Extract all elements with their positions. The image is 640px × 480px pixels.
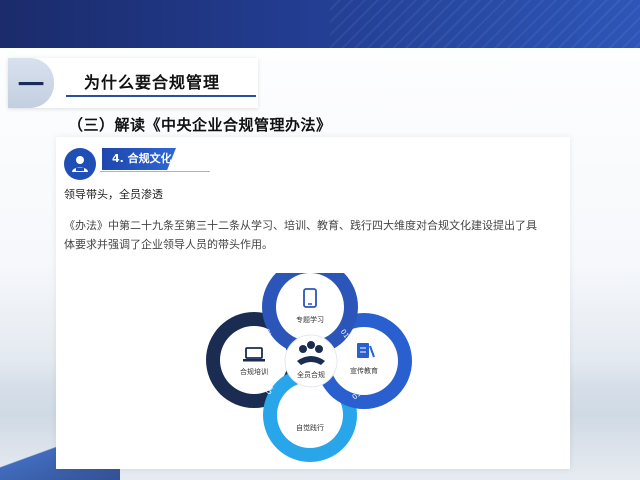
- card-subtitle: 领导带头，全员渗透: [64, 188, 163, 201]
- four-petal-diagram: 专题学习 宣传教育 自觉践行 合规培训 全员合规 01 02 03 04: [206, 273, 412, 462]
- label-bottom: 自觉践行: [296, 423, 324, 432]
- section-underline: [66, 95, 256, 97]
- top-banner: [0, 0, 640, 48]
- card-tag-underline: [100, 171, 210, 172]
- user-group-icon: [64, 148, 96, 180]
- section-number: 一: [8, 58, 54, 108]
- section-title: 为什么要合规管理: [84, 73, 221, 92]
- card-body-line: 体要求并强调了企业领导人员的带头作用。: [64, 238, 273, 251]
- label-right: 宣传教育: [350, 366, 378, 375]
- content-card: 4. 合规文化 领导带头，全员渗透 《办法》中第二十九条至第三十二条从学习、培训…: [56, 137, 570, 469]
- subheading: （三）解读《中央企业合规管理办法》: [68, 116, 332, 134]
- label-left: 合规培训: [240, 367, 268, 376]
- card-body: 《办法》中第二十九条至第三十二条从学习、培训、教育、践行四大维度对合规文化建设提…: [64, 216, 564, 254]
- card-tag: 4. 合规文化: [102, 148, 176, 170]
- label-top: 专题学习: [296, 315, 324, 324]
- label-center: 全员合规: [297, 370, 325, 379]
- section-header: 一 为什么要合规管理: [8, 58, 258, 108]
- card-body-line: 《办法》中第二十九条至第三十二条从学习、培训、教育、践行四大维度对合规文化建设提…: [64, 219, 537, 232]
